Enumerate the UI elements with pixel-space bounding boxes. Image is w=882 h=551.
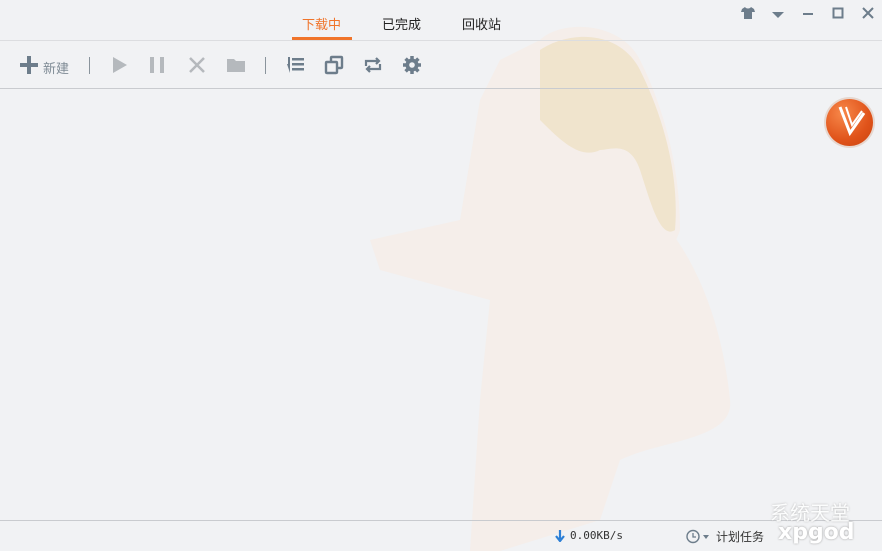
status-bar: 0.00KB/s 计划任务 xyxy=(0,520,882,551)
active-tab-indicator xyxy=(292,37,352,40)
copy-window-icon[interactable] xyxy=(323,54,345,76)
tab-recycle-bin[interactable]: 回收站 xyxy=(462,14,501,33)
schedule-clock-icon[interactable] xyxy=(686,529,712,544)
download-speed-icon xyxy=(555,530,565,542)
new-task-label[interactable]: 新建 xyxy=(43,58,69,77)
open-folder-icon[interactable] xyxy=(225,54,247,76)
watermark-site: xpgod xyxy=(778,520,855,545)
download-speed: 0.00KB/s xyxy=(570,529,623,542)
tab-downloading[interactable]: 下载中 xyxy=(302,14,341,33)
schedule-task-button[interactable]: 计划任务 xyxy=(716,528,764,545)
start-icon[interactable] xyxy=(108,54,130,76)
title-bar: 下载中 已完成 回收站 xyxy=(0,0,882,41)
delete-icon[interactable] xyxy=(186,54,208,76)
repeat-icon[interactable] xyxy=(362,54,384,76)
close-icon[interactable] xyxy=(860,7,876,23)
settings-gear-icon[interactable] xyxy=(401,54,423,76)
maximize-icon[interactable] xyxy=(830,7,846,23)
pause-icon[interactable] xyxy=(146,54,168,76)
app-logo xyxy=(826,99,873,146)
tab-completed[interactable]: 已完成 xyxy=(382,14,421,33)
menu-dropdown-icon[interactable] xyxy=(770,7,786,23)
sort-list-icon[interactable] xyxy=(284,54,306,76)
new-task-button[interactable] xyxy=(18,54,40,76)
minimize-icon[interactable] xyxy=(800,7,816,23)
divider xyxy=(89,57,90,74)
skin-icon[interactable] xyxy=(740,7,756,23)
divider xyxy=(265,57,266,74)
toolbar: 新建 xyxy=(0,42,882,89)
